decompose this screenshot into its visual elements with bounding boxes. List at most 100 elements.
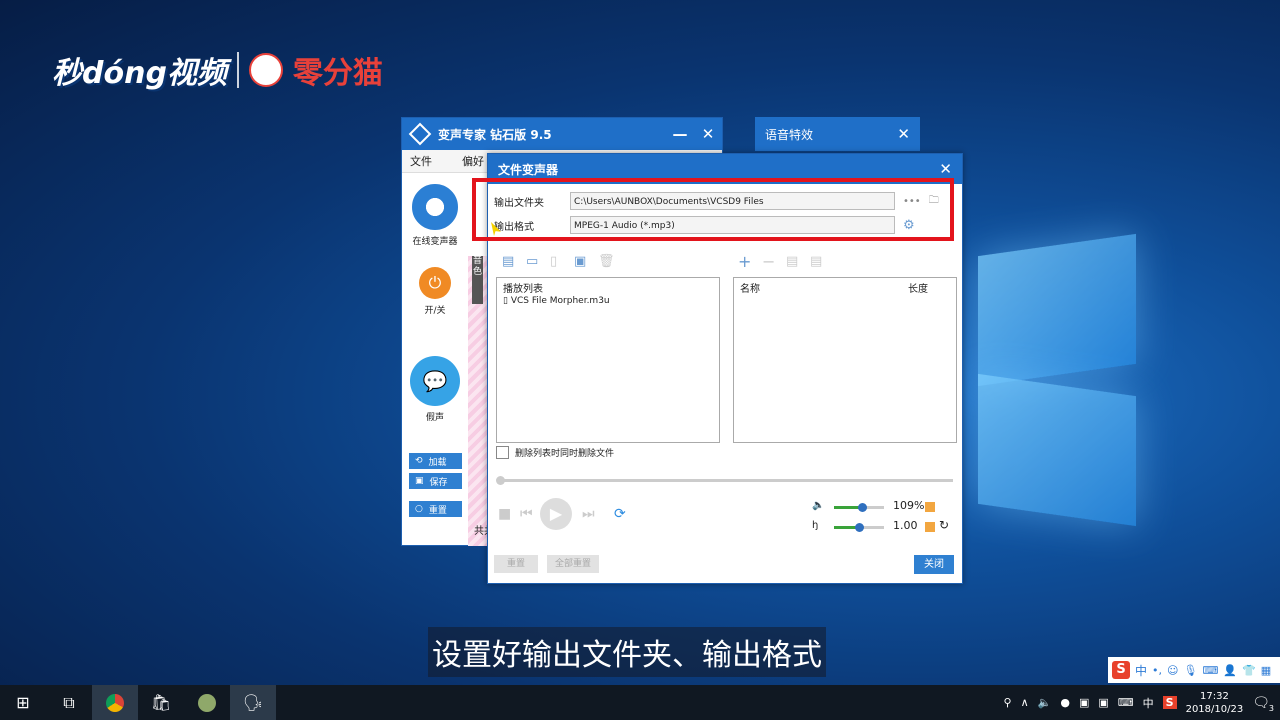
taskbar: ⊞ ⧉ 🛍 🗣 ⚲ ∧ 🔈 ● ▣ ▣ ⌨ 中 S 17:32 2018/10/… [0, 685, 1280, 720]
effect-close-button[interactable]: ✕ [897, 125, 910, 143]
save-icon: ▣ [415, 476, 424, 486]
ime-toolbar: S 中 •, ☺ 🎙 ⌨ 👤 👕 ▦ [1108, 657, 1280, 683]
load-button[interactable]: ⟲ 加载 [409, 453, 462, 469]
tempo-icon: ꜧ [812, 520, 819, 531]
keyboard-icon[interactable]: ⌨ [1202, 664, 1218, 677]
stop-icon[interactable]: ■ [498, 506, 511, 522]
load-button-label: 加载 [428, 457, 447, 468]
tray-lang[interactable]: 中 [1143, 695, 1154, 711]
network-icon[interactable]: ● [1060, 696, 1070, 709]
sogou-ime-icon[interactable]: S [1112, 661, 1130, 679]
file-icon: ▯ [503, 296, 508, 306]
seek-bar[interactable] [496, 476, 953, 485]
delete-files-label: 删除列表时同时删除文件 [515, 449, 615, 459]
dialog-close-icon[interactable]: ✕ [939, 160, 952, 178]
main-titlebar: 变声专家 钻石版 9.5 — ✕ [402, 118, 722, 150]
menu-preferences[interactable]: 偏好 [462, 153, 484, 169]
menu-file[interactable]: 文件 [410, 153, 432, 169]
tempo-checkbox[interactable] [925, 522, 935, 532]
playlist-header: 播放列表 [503, 283, 543, 295]
previous-icon[interactable]: ⏮ [520, 506, 533, 522]
main-window-title: 变声专家 钻石版 9.5 [438, 127, 552, 142]
timbre-tab[interactable]: 音色 [472, 256, 483, 304]
toolbox-icon[interactable]: ▦ [1261, 664, 1271, 677]
seek-knob[interactable] [496, 476, 505, 485]
add-file-icon[interactable]: + [738, 252, 751, 271]
volume-checkbox[interactable] [925, 502, 935, 512]
files-header-name[interactable]: 名称 [740, 280, 760, 295]
system-tray: ⚲ ∧ 🔈 ● ▣ ▣ ⌨ 中 S 17:32 2018/10/23 🗨 3 [1004, 685, 1280, 720]
fake-voice-label: 假声 [425, 413, 444, 423]
playlist-item-label: VCS File Morpher.m3u [510, 296, 610, 306]
fake-voice[interactable]: 💬 假声 [402, 356, 468, 423]
remove-file-icon[interactable]: − [762, 252, 775, 271]
voice-input-icon[interactable]: 🎙 [1183, 664, 1197, 677]
tempo-value: 1.00 [893, 519, 918, 532]
emoji-icon[interactable]: ☺ [1167, 664, 1178, 677]
user-icon[interactable]: 👤 [1223, 664, 1237, 677]
task-view-icon[interactable]: ⧉ [46, 685, 92, 720]
tray-app2-icon[interactable]: ▣ [1098, 696, 1108, 709]
reset-all-button[interactable]: 全部重置 [547, 555, 599, 573]
keyboard-tray-icon[interactable]: ⌨ [1118, 696, 1134, 709]
reset-button[interactable]: ○ 重置 [409, 501, 462, 517]
files-header-length[interactable]: 长度 [908, 280, 928, 295]
next-icon[interactable]: ⏭ [582, 506, 595, 522]
skin-icon[interactable]: 👕 [1242, 664, 1256, 677]
trash-icon[interactable]: 🗑 [598, 254, 615, 269]
effect-window-title: 语音特效 [765, 127, 814, 142]
planet-app-icon[interactable] [184, 685, 230, 720]
close-dialog-button[interactable]: 关闭 [914, 555, 954, 574]
punctuation-icon[interactable]: •, [1152, 664, 1162, 677]
new-playlist-icon[interactable]: ▤ [502, 254, 514, 269]
chrome-icon[interactable] [92, 685, 138, 720]
volume-value: 109% [893, 499, 925, 512]
people-icon[interactable]: ⚲ [1004, 696, 1012, 709]
power-toggle[interactable]: ⏻ 开/关 [402, 267, 468, 316]
watermark-partner: 零分猫 [292, 56, 383, 91]
paste-icon[interactable]: ▤ [810, 254, 822, 269]
video-subtitle: 设置好输出文件夹、输出格式 [428, 627, 826, 677]
dialog-title: 文件变声器 [498, 162, 559, 177]
close-button[interactable]: ✕ [694, 125, 722, 143]
volume-slider[interactable] [834, 503, 884, 512]
online-changer-label: 在线变声器 [412, 237, 458, 247]
voice-changer-app-icon[interactable]: 🗣 [230, 685, 276, 720]
tray-app-icon[interactable]: ▣ [1079, 696, 1089, 709]
online-changer[interactable]: 在线变声器 [402, 184, 468, 247]
notification-count: 3 [1268, 703, 1274, 713]
reset-button-label: 重置 [428, 505, 447, 516]
tempo-knob[interactable] [855, 523, 864, 532]
notification-icon[interactable]: 🗨 3 [1252, 695, 1274, 713]
play-icon[interactable]: ▶ [540, 498, 572, 530]
ime-lang[interactable]: 中 [1135, 662, 1147, 679]
chevron-up-icon[interactable]: ∧ [1021, 696, 1029, 709]
sogou-tray-icon[interactable]: S [1162, 696, 1177, 709]
open-folder-icon[interactable]: ▭ [526, 254, 538, 269]
circle-icon: ○ [415, 504, 423, 514]
watermark: 秒dóng视频 零分猫 [52, 48, 383, 92]
minimize-button[interactable]: — [666, 125, 694, 143]
repeat-icon[interactable]: ⟳ [614, 506, 626, 522]
app-icon [408, 122, 432, 146]
power-icon: ⏻ [419, 267, 451, 299]
volume-tray-icon[interactable]: 🔈 [1038, 696, 1052, 709]
windows-desktop-logo [960, 225, 1150, 527]
tempo-slider[interactable] [834, 523, 884, 532]
store-icon[interactable]: 🛍 [138, 685, 184, 720]
volume-fill [834, 506, 860, 509]
clock-date: 2018/10/23 [1185, 703, 1244, 715]
save-button[interactable]: ▣ 保存 [409, 473, 462, 489]
refresh-icon: ⟲ [415, 456, 423, 466]
clock[interactable]: 17:32 2018/10/23 [1186, 690, 1244, 716]
effect-window-titlebar: 语音特效 ✕ [755, 117, 920, 151]
reset-dialog-button[interactable]: 重置 [494, 555, 538, 573]
start-windows-icon[interactable]: ⊞ [0, 685, 46, 720]
reset-tempo-icon[interactable]: ↻ [939, 518, 949, 532]
rename-icon[interactable]: ▯ [550, 254, 557, 269]
playlist-item[interactable]: ▯ VCS File Morpher.m3u [497, 296, 719, 306]
delete-files-checkbox[interactable] [496, 446, 509, 459]
volume-knob[interactable] [858, 503, 867, 512]
save-playlist-icon[interactable]: ▣ [574, 254, 586, 269]
copy-icon[interactable]: ▤ [786, 254, 798, 269]
